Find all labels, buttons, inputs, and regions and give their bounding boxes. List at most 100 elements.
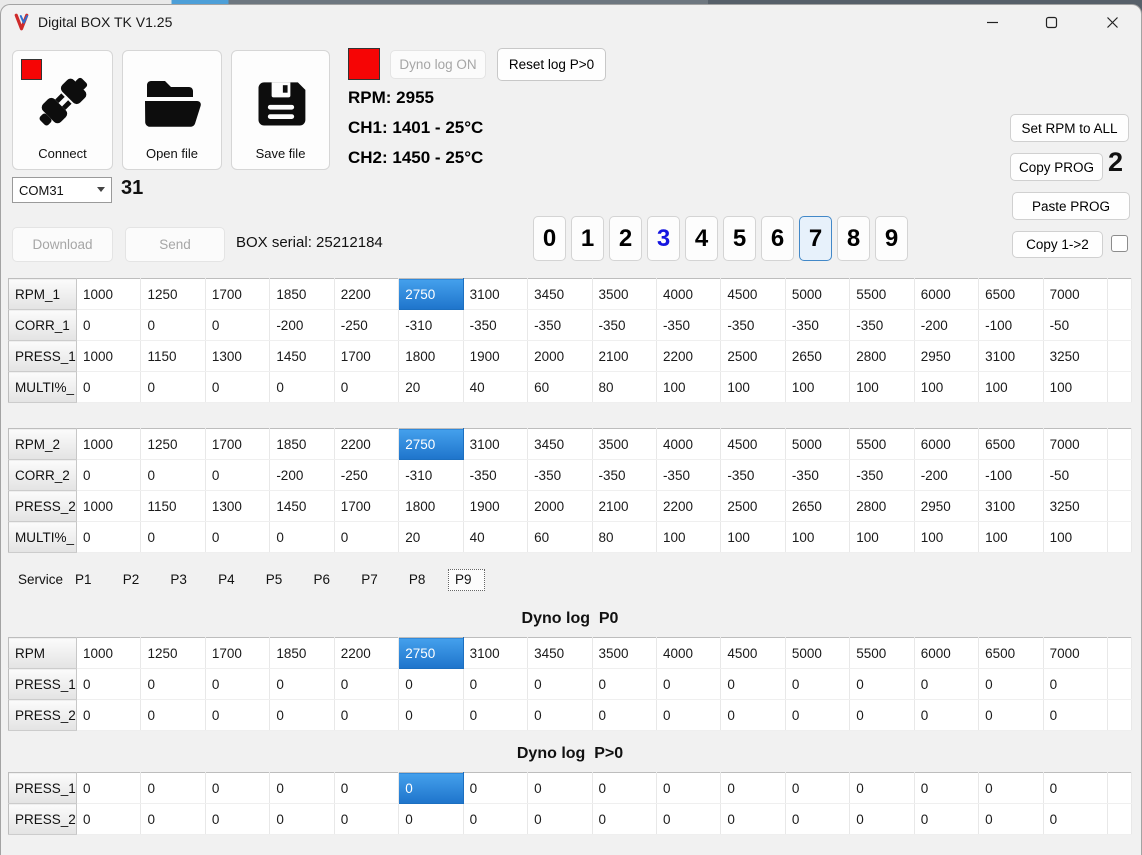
table-cell[interactable]: 1000 (76, 278, 142, 310)
table-cell[interactable]: 0 (849, 803, 915, 835)
table-cell[interactable]: 2800 (849, 490, 915, 522)
table-cell[interactable]: 0 (398, 668, 464, 700)
tab-service[interactable]: Service (18, 572, 63, 587)
table-cell[interactable]: 100 (914, 521, 980, 553)
table-cell[interactable]: 3450 (527, 428, 593, 460)
digit-button-8[interactable]: 8 (837, 216, 870, 261)
save-file-button[interactable]: Save file (231, 50, 330, 170)
table-cell[interactable]: 100 (914, 371, 980, 403)
table-cell[interactable]: -350 (849, 309, 915, 341)
tab-p3[interactable]: P3 (170, 572, 187, 587)
table-cell[interactable]: 0 (205, 668, 271, 700)
tab-p4[interactable]: P4 (218, 572, 235, 587)
download-button[interactable]: Download (12, 227, 113, 262)
table-cell[interactable]: 0 (205, 459, 271, 491)
table-cell[interactable]: 3100 (463, 637, 529, 669)
table-cell[interactable]: 1300 (205, 490, 271, 522)
table-cell[interactable]: 4000 (656, 278, 722, 310)
table-cell[interactable]: 60 (527, 371, 593, 403)
table-cell[interactable]: 100 (978, 371, 1044, 403)
table-cell[interactable]: 1850 (269, 637, 335, 669)
table-cell[interactable]: 0 (463, 668, 529, 700)
table-cell[interactable]: 0 (656, 699, 722, 731)
table-cell[interactable]: 1850 (269, 428, 335, 460)
table-cell[interactable]: 0 (76, 699, 142, 731)
table-cell[interactable]: 7000 (1043, 428, 1109, 460)
digit-button-6[interactable]: 6 (761, 216, 794, 261)
table-cell[interactable]: 0 (269, 521, 335, 553)
table-cell[interactable]: 7000 (1043, 637, 1109, 669)
table-cell[interactable]: 100 (785, 371, 851, 403)
table-cell[interactable]: 1250 (140, 278, 206, 310)
table-cell[interactable]: 1700 (334, 490, 400, 522)
table-cell[interactable]: 6500 (978, 428, 1044, 460)
table-cell[interactable]: 0 (334, 699, 400, 731)
table-cell[interactable]: 0 (1043, 699, 1109, 731)
table-cell[interactable]: 6500 (978, 278, 1044, 310)
table-cell[interactable]: 0 (527, 772, 593, 804)
table-cell[interactable]: 1000 (76, 490, 142, 522)
table-cell[interactable]: 1700 (205, 637, 271, 669)
minimize-button[interactable] (969, 6, 1015, 38)
table-cell[interactable]: 20 (398, 521, 464, 553)
tab-p9[interactable]: P9 (448, 569, 485, 591)
table-cell[interactable]: 1450 (269, 340, 335, 372)
table-cell[interactable]: 100 (978, 521, 1044, 553)
table-cell[interactable]: 5500 (849, 278, 915, 310)
table-cell[interactable]: 0 (656, 803, 722, 835)
table-cell[interactable]: 0 (205, 309, 271, 341)
table-cell[interactable]: 0 (140, 521, 206, 553)
table-cell[interactable]: 4000 (656, 428, 722, 460)
table-cell[interactable]: 1850 (269, 278, 335, 310)
table-cell[interactable]: 0 (463, 772, 529, 804)
table-cell[interactable]: 80 (592, 521, 657, 553)
table-cell[interactable]: 2750 (398, 637, 464, 669)
table-cell[interactable]: 0 (720, 772, 786, 804)
table-cell[interactable]: 100 (849, 521, 915, 553)
table-cell[interactable]: 1250 (140, 428, 206, 460)
digit-button-3[interactable]: 3 (647, 216, 680, 261)
table-cell[interactable]: -350 (720, 459, 786, 491)
table-cell[interactable]: 3250 (1043, 340, 1109, 372)
tab-p6[interactable]: P6 (314, 572, 331, 587)
table-cell[interactable]: 2800 (849, 340, 915, 372)
table-cell[interactable]: -350 (849, 459, 915, 491)
table-cell[interactable]: 3100 (463, 428, 529, 460)
table-cell[interactable]: 3100 (463, 278, 529, 310)
table-cell[interactable]: 100 (656, 371, 722, 403)
table-cell[interactable]: 2200 (334, 278, 400, 310)
table-cell[interactable]: 2750 (398, 428, 464, 460)
table-cell[interactable]: 5000 (785, 428, 851, 460)
table-cell[interactable]: 4500 (720, 278, 786, 310)
table-cell[interactable]: 100 (785, 521, 851, 553)
table-cell[interactable]: 100 (1043, 521, 1109, 553)
dyno-log-on-button[interactable]: Dyno log ON (390, 50, 486, 79)
table-cell[interactable]: 2000 (527, 340, 593, 372)
table-cell[interactable]: 2500 (720, 340, 786, 372)
table-cell[interactable]: 0 (720, 699, 786, 731)
tab-p2[interactable]: P2 (123, 572, 140, 587)
table-cell[interactable]: 3500 (592, 637, 657, 669)
table-cell[interactable]: 0 (140, 371, 206, 403)
table-cell[interactable]: 0 (527, 699, 593, 731)
table-cell[interactable]: 0 (785, 699, 851, 731)
table-cell[interactable]: 0 (269, 699, 335, 731)
table-cell[interactable]: 0 (76, 772, 142, 804)
table-cell[interactable]: 1900 (463, 490, 529, 522)
table-cell[interactable]: 0 (398, 772, 464, 804)
table-cell[interactable]: 0 (334, 772, 400, 804)
open-file-button[interactable]: Open file (122, 50, 222, 170)
table-cell[interactable]: 0 (205, 803, 271, 835)
table-cell[interactable]: 0 (914, 668, 980, 700)
maximize-button[interactable] (1028, 6, 1074, 38)
table-cell[interactable]: 0 (76, 668, 142, 700)
table-cell[interactable]: 0 (592, 803, 657, 835)
table-cell[interactable]: -200 (914, 309, 980, 341)
table-cell[interactable]: 1000 (76, 340, 142, 372)
table-cell[interactable]: 0 (398, 699, 464, 731)
tab-p1[interactable]: P1 (75, 572, 92, 587)
table-cell[interactable]: 1150 (140, 490, 206, 522)
table-cell[interactable]: 0 (785, 772, 851, 804)
table-cell[interactable]: 100 (1043, 371, 1109, 403)
table-cell[interactable]: 6000 (914, 637, 980, 669)
